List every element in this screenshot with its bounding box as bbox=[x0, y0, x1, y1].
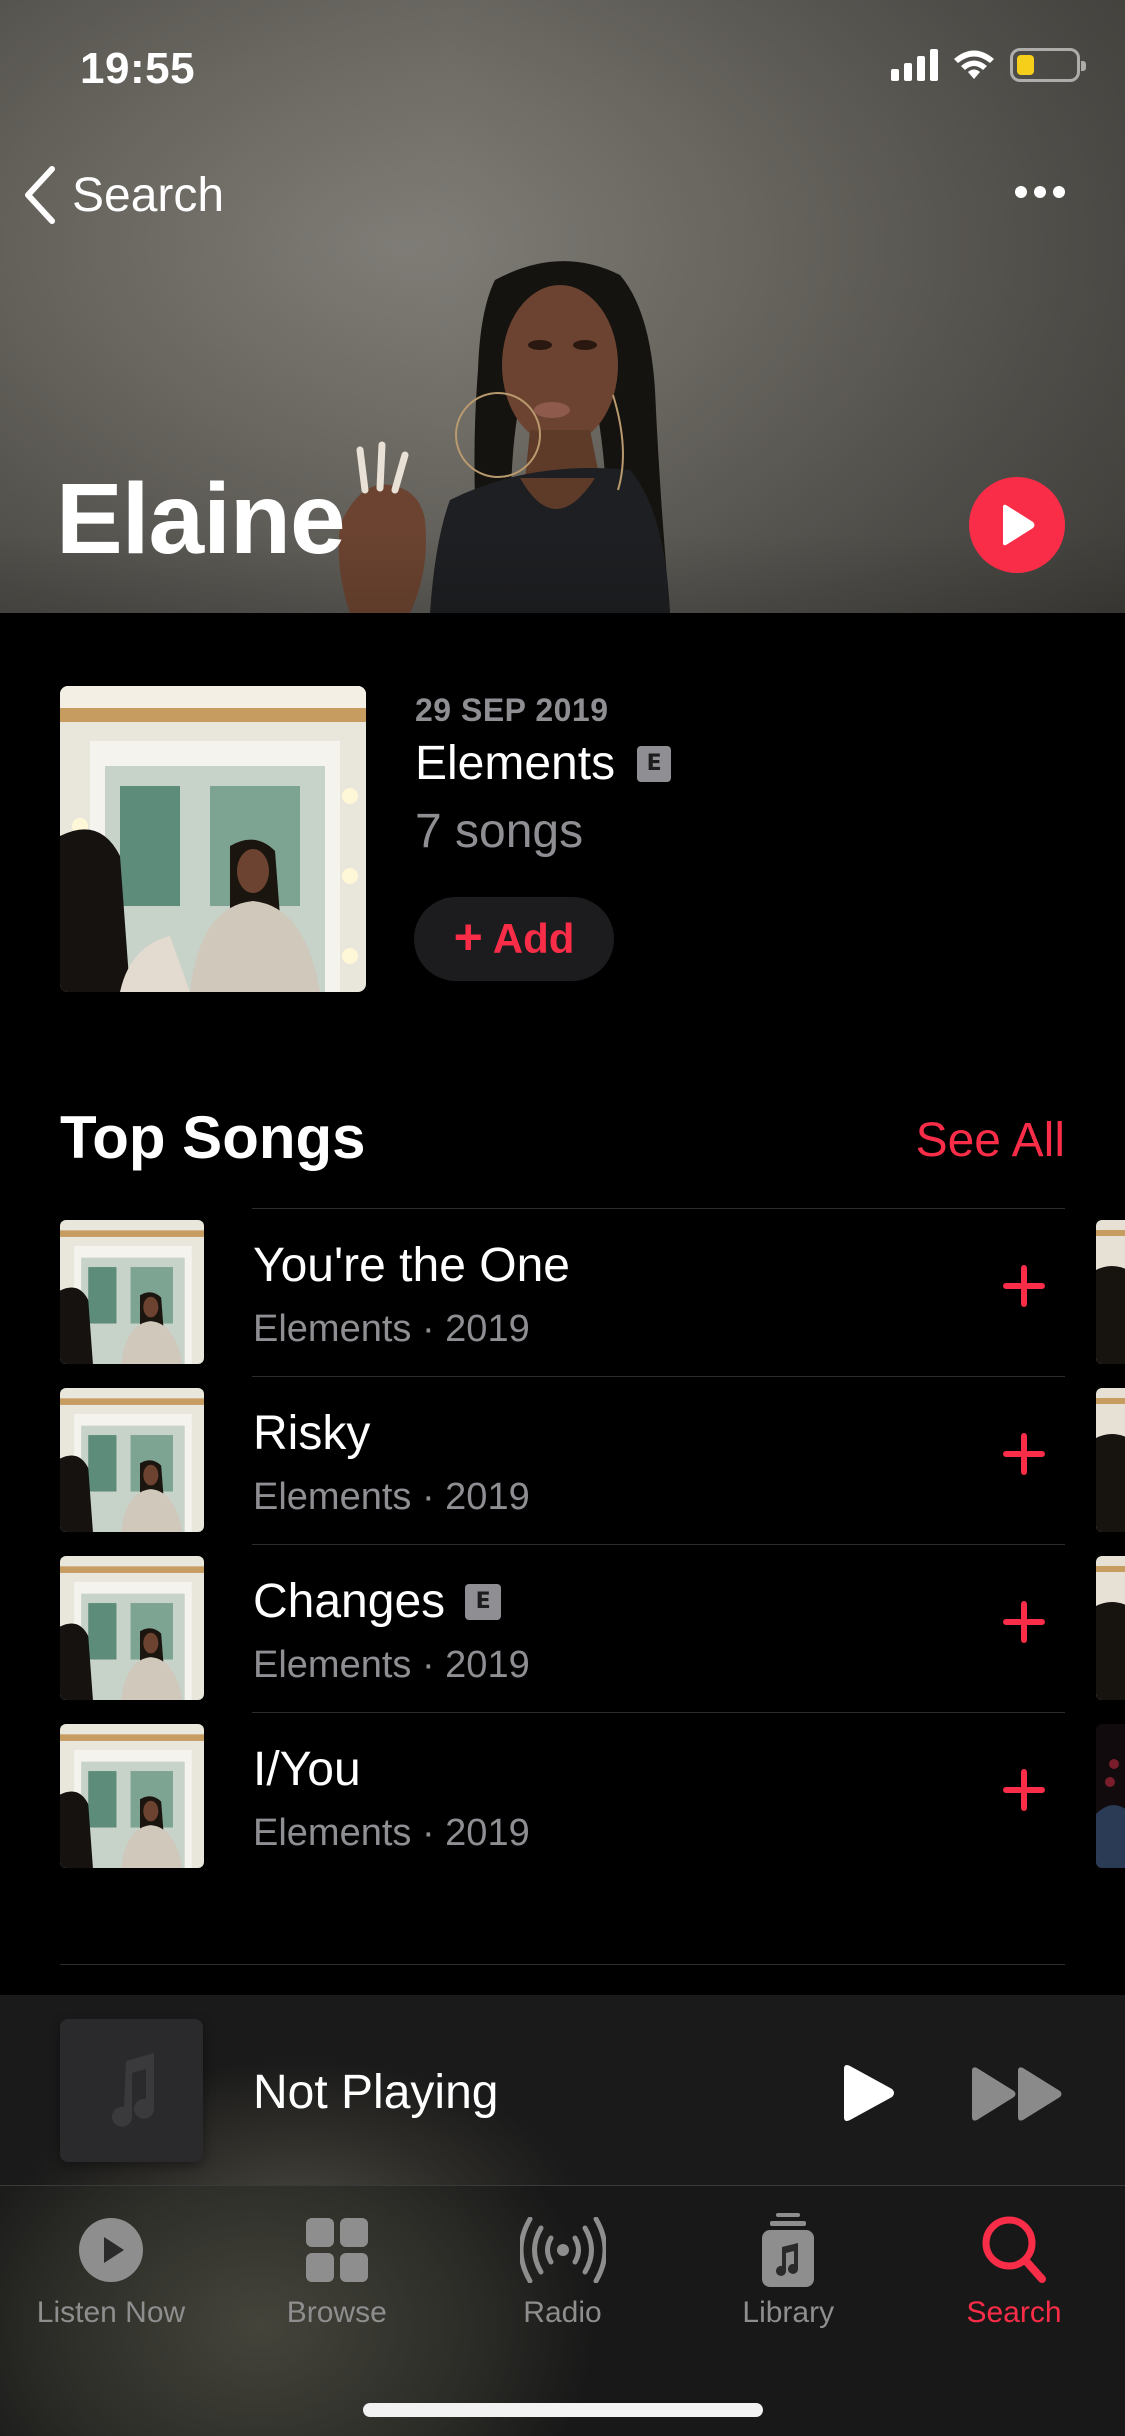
next-column-artwork bbox=[1096, 1388, 1125, 1532]
status-icons bbox=[891, 48, 1086, 82]
song-artwork bbox=[60, 1724, 204, 1868]
listen-now-icon bbox=[79, 2218, 143, 2282]
back-button[interactable]: Search bbox=[22, 165, 224, 225]
add-label: Add bbox=[492, 915, 575, 962]
row-separator bbox=[252, 1376, 1065, 1377]
song-subtitle: Elements · 2019 bbox=[253, 1812, 530, 1854]
tab-radio[interactable]: Radio bbox=[468, 2186, 658, 2356]
song-title: You're the One bbox=[253, 1239, 570, 1292]
play-icon[interactable] bbox=[840, 2063, 896, 2123]
song-artwork bbox=[60, 1220, 204, 1364]
song-title: Risky bbox=[253, 1407, 371, 1460]
song-title: I/You bbox=[253, 1743, 361, 1796]
home-indicator[interactable] bbox=[363, 2403, 763, 2417]
tab-label: Search bbox=[966, 2296, 1062, 2329]
tab-search[interactable]: Search bbox=[919, 2186, 1109, 2356]
tab-bar: Listen Now Browse Radio Library Search bbox=[0, 2186, 1125, 2436]
song-title: Changes bbox=[253, 1575, 446, 1628]
tab-label: Browse bbox=[286, 2296, 387, 2329]
plus-icon[interactable] bbox=[1000, 1430, 1048, 1478]
song-subtitle: Elements · 2019 bbox=[253, 1476, 530, 1518]
back-label: Search bbox=[72, 168, 225, 222]
status-time: 19:55 bbox=[80, 44, 196, 93]
tab-listen-now[interactable]: Listen Now bbox=[16, 2186, 206, 2356]
search-icon bbox=[982, 2216, 1046, 2283]
radio-broadcast-icon bbox=[519, 2217, 606, 2283]
song-row[interactable]: You're the One Elements · 2019 bbox=[0, 1208, 1125, 1376]
song-row[interactable]: Risky Elements · 2019 bbox=[0, 1376, 1125, 1544]
explicit-badge: E bbox=[465, 1583, 502, 1620]
row-separator bbox=[252, 1712, 1065, 1713]
mini-player[interactable]: Not Playing bbox=[0, 1995, 1125, 2186]
section-divider bbox=[60, 1964, 1065, 1965]
play-icon bbox=[1003, 504, 1035, 546]
play-artist-button[interactable] bbox=[969, 477, 1065, 573]
browse-grid-icon bbox=[305, 2218, 368, 2282]
top-songs-list: You're the One Elements · 2019 Risky Ele… bbox=[0, 1208, 1125, 1880]
tab-browse[interactable]: Browse bbox=[242, 2186, 432, 2356]
ellipsis-icon bbox=[1015, 186, 1027, 198]
next-column-artwork bbox=[1096, 1724, 1125, 1868]
battery-level bbox=[1017, 55, 1034, 75]
next-column-artwork bbox=[1096, 1556, 1125, 1700]
release-date: 29 SEP 2019 bbox=[415, 692, 609, 728]
explicit-badge: E bbox=[637, 745, 672, 782]
fast-forward-icon[interactable] bbox=[970, 2065, 1066, 2123]
song-row[interactable]: I/You Elements · 2019 bbox=[0, 1712, 1125, 1880]
release-song-count: 7 songs bbox=[415, 805, 584, 858]
song-subtitle: Elements · 2019 bbox=[253, 1644, 530, 1686]
latest-release-artwork[interactable] bbox=[60, 686, 366, 992]
release-title-text: Elements bbox=[415, 737, 616, 790]
plus-icon[interactable] bbox=[1000, 1262, 1048, 1310]
top-songs-heading: Top Songs bbox=[60, 1104, 366, 1171]
music-note-icon bbox=[111, 2052, 154, 2127]
now-playing-artwork bbox=[60, 2019, 203, 2162]
now-playing-title: Not Playing bbox=[253, 2066, 499, 2119]
tab-label: Radio bbox=[523, 2296, 602, 2329]
plus-icon[interactable] bbox=[1000, 1766, 1048, 1814]
add-album-button[interactable]: + Add bbox=[414, 897, 614, 981]
see-all-button[interactable]: See All bbox=[916, 1113, 1065, 1168]
more-options-button[interactable] bbox=[1015, 186, 1065, 198]
tab-label: Library bbox=[742, 2296, 835, 2329]
artist-hero: 19:55 Search Elaine bbox=[0, 0, 1125, 613]
battery-icon bbox=[1010, 48, 1086, 82]
tab-library[interactable]: Library bbox=[693, 2186, 883, 2356]
row-separator bbox=[252, 1544, 1065, 1545]
chevron-left-icon bbox=[25, 166, 55, 224]
release-title[interactable]: Elements E bbox=[415, 736, 672, 791]
plus-icon: + bbox=[453, 909, 483, 965]
song-subtitle: Elements · 2019 bbox=[253, 1308, 530, 1350]
song-artwork bbox=[60, 1556, 204, 1700]
cellular-signal-icon bbox=[891, 49, 938, 81]
row-separator bbox=[252, 1208, 1065, 1209]
artist-name: Elaine bbox=[56, 463, 346, 575]
wifi-icon bbox=[954, 50, 994, 79]
song-row[interactable]: Changes E Elements · 2019 bbox=[0, 1544, 1125, 1712]
plus-icon[interactable] bbox=[1000, 1598, 1048, 1646]
library-icon bbox=[762, 2213, 815, 2287]
album-cover-image bbox=[60, 686, 366, 992]
song-artwork bbox=[60, 1388, 204, 1532]
tab-label: Listen Now bbox=[36, 2296, 186, 2329]
next-column-artwork bbox=[1096, 1220, 1125, 1364]
